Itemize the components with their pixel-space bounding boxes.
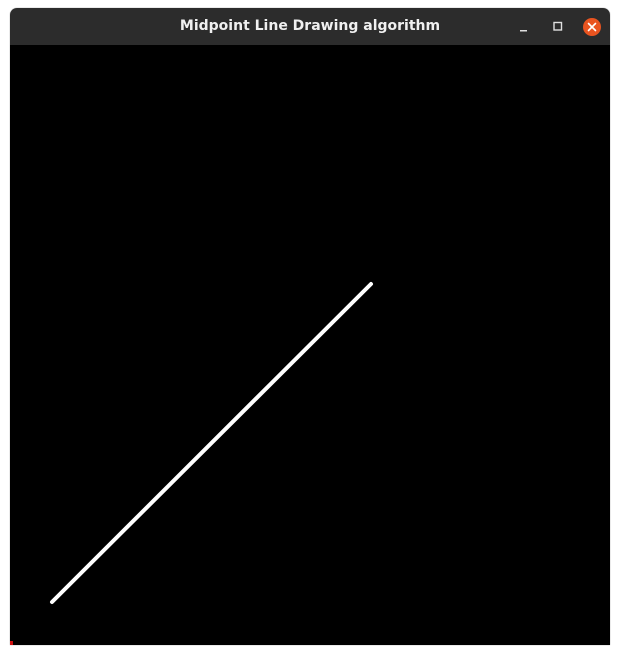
corner-pixel [10, 641, 13, 645]
maximize-icon[interactable] [548, 17, 568, 37]
title-bar[interactable]: Midpoint Line Drawing algorithm [10, 8, 610, 46]
drawing-canvas[interactable] [10, 45, 610, 645]
app-window: Midpoint Line Drawing algorithm [10, 8, 610, 645]
close-icon[interactable] [582, 17, 602, 37]
minimize-icon[interactable] [514, 17, 534, 37]
